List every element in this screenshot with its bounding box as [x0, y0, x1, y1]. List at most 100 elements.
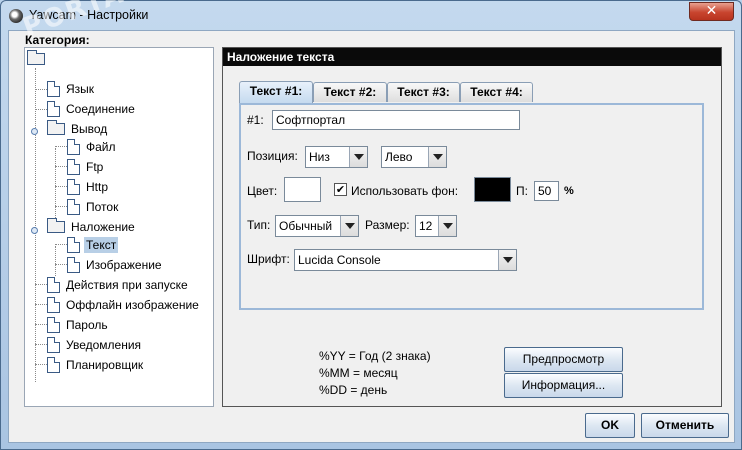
tree-item-stream[interactable]: Поток — [67, 198, 120, 216]
tab-text-3[interactable]: Текст #3: — [387, 82, 460, 102]
tree-item-label: Поток — [86, 200, 119, 214]
yawcam-app-icon — [9, 9, 23, 23]
close-button[interactable]: ✕ — [689, 2, 734, 21]
file-icon — [67, 179, 80, 195]
color-label: Цвет: — [247, 184, 278, 198]
tree-root[interactable] — [27, 50, 49, 68]
position-vertical-select[interactable]: Низ — [305, 146, 368, 168]
use-background-label: Использовать фон: — [351, 184, 459, 198]
tree-guide-root — [35, 68, 36, 382]
chevron-down-icon — [349, 147, 367, 167]
opacity-input[interactable]: 50 — [534, 181, 559, 201]
preview-button[interactable]: Предпросмотр — [504, 347, 623, 372]
position-vertical-value: Низ — [309, 150, 330, 164]
tree-item-label: Язык — [66, 82, 95, 96]
close-icon: ✕ — [705, 3, 718, 19]
tree-item-label: Соединение — [66, 102, 135, 116]
dialog-body: Категория: Язык Соединение Вывод Файл Ft… — [8, 30, 735, 443]
info-line-day: %DD = день — [319, 383, 388, 397]
use-background-checkbox[interactable]: ✔ — [334, 183, 347, 196]
chevron-down-icon — [498, 250, 516, 270]
file-icon — [47, 277, 60, 293]
folder-icon — [47, 120, 65, 135]
text-overlay-panel: Наложение текста Текст #1: Текст #2: Тек… — [222, 47, 722, 407]
chevron-down-icon — [438, 216, 456, 236]
tree-item-label: Файл — [86, 140, 116, 154]
file-icon — [67, 237, 80, 253]
size-value: 12 — [419, 219, 433, 233]
file-icon — [47, 81, 60, 97]
ok-button[interactable]: OK — [585, 413, 635, 438]
type-value: Обычный — [279, 219, 333, 233]
tree-item-notifications[interactable]: Уведомления — [47, 336, 143, 354]
info-line-month: %MM = месяц — [319, 366, 398, 380]
tree-item-text[interactable]: Текст — [67, 236, 119, 254]
file-icon — [47, 101, 60, 117]
cancel-button[interactable]: Отменить — [641, 413, 729, 438]
type-select[interactable]: Обычный — [275, 215, 359, 237]
tree-item-offline-image[interactable]: Оффлайн изображение — [47, 296, 201, 314]
file-icon — [47, 317, 60, 333]
tab-text-4[interactable]: Текст #4: — [460, 82, 533, 102]
tree-item-startup-actions[interactable]: Действия при запуске — [47, 276, 190, 294]
category-tree[interactable]: Язык Соединение Вывод Файл Ftp Http Пото… — [24, 47, 214, 407]
tree-item-label: Текст — [84, 237, 119, 253]
tree-item-label: Наложение — [71, 220, 135, 234]
tree-item-label: Http — [86, 180, 109, 194]
tree-item-label: Оффлайн изображение — [66, 298, 199, 312]
expand-toggle-icon[interactable] — [31, 227, 38, 234]
tree-item-connection[interactable]: Соединение — [47, 100, 137, 118]
file-icon — [47, 357, 60, 373]
text-color-swatch[interactable] — [284, 177, 321, 202]
tree-item-overlay[interactable]: Наложение — [47, 218, 137, 236]
info-button[interactable]: Информация... — [504, 373, 623, 398]
font-select[interactable]: Lucida Console — [294, 249, 517, 271]
size-select[interactable]: 12 — [415, 215, 457, 237]
opacity-label: П: — [516, 184, 528, 198]
folder-icon — [27, 50, 45, 65]
tree-guide-output — [55, 148, 56, 228]
tree-item-ftp[interactable]: Ftp — [67, 158, 105, 176]
file-icon — [47, 297, 60, 313]
tree-item-scheduler[interactable]: Планировщик — [47, 356, 145, 374]
tree-item-label: Планировщик — [66, 358, 144, 372]
expand-toggle-icon[interactable] — [31, 128, 38, 135]
tree-item-label: Уведомления — [66, 338, 142, 352]
text1-input[interactable]: Софтпортал — [272, 110, 520, 130]
background-color-swatch[interactable] — [474, 177, 511, 202]
settings-window: Yawcam - Настройки ✕ Категория: Язык Сое… — [0, 0, 742, 450]
tree-item-output[interactable]: Вывод — [47, 120, 109, 138]
tab-text-2[interactable]: Текст #2: — [313, 82, 387, 102]
chevron-down-icon — [428, 147, 446, 167]
file-icon — [47, 337, 60, 353]
font-label: Шрифт: — [247, 252, 290, 266]
text1-label: #1: — [247, 113, 264, 127]
title-bar[interactable]: Yawcam - Настройки ✕ — [1, 1, 741, 31]
tree-item-label: Вывод — [71, 122, 108, 136]
position-horizontal-value: Лево — [385, 150, 413, 164]
size-label: Размер: — [365, 218, 410, 232]
panel-title: Наложение текста — [223, 48, 721, 66]
font-value: Lucida Console — [298, 253, 381, 267]
tree-item-file[interactable]: Файл — [67, 138, 118, 156]
position-horizontal-select[interactable]: Лево — [381, 146, 447, 168]
tree-item-http[interactable]: Http — [67, 178, 110, 196]
tree-item-label: Ftp — [86, 160, 104, 174]
tree-item-label: Действия при запуске — [66, 278, 188, 292]
file-icon — [67, 159, 80, 175]
tab-content-text-1: #1: Софтпортал Позиция: Низ Лево Цвет: ✔… — [239, 103, 704, 310]
chevron-down-icon — [340, 216, 358, 236]
info-line-year: %YY = Год (2 знака) — [319, 349, 431, 363]
tree-item-image[interactable]: Изображение — [67, 256, 164, 274]
tab-text-1[interactable]: Текст #1: — [239, 81, 313, 103]
file-icon — [67, 139, 80, 155]
opacity-unit: % — [564, 185, 574, 197]
position-label: Позиция: — [247, 149, 298, 163]
window-title: Yawcam - Настройки — [29, 8, 149, 22]
folder-icon — [47, 218, 65, 233]
category-label: Категория: — [25, 33, 90, 47]
type-label: Тип: — [247, 218, 271, 232]
tree-item-label: Изображение — [86, 258, 162, 272]
tree-item-password[interactable]: Пароль — [47, 316, 110, 334]
tree-item-language[interactable]: Язык — [47, 80, 96, 98]
